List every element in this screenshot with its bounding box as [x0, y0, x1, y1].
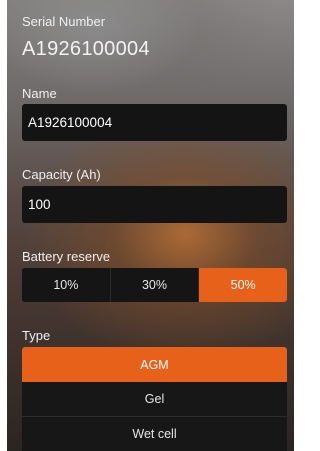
- type-option-agm[interactable]: AGM: [22, 347, 287, 382]
- serial-number-label: Serial Number: [22, 14, 106, 29]
- name-label: Name: [22, 86, 57, 101]
- name-input-value: A1926100004: [28, 115, 113, 130]
- name-input[interactable]: A1926100004: [22, 104, 287, 141]
- capacity-input-value: 100: [28, 197, 51, 212]
- type-option-wet-cell[interactable]: Wet cell: [22, 417, 287, 451]
- battery-reserve-label: Battery reserve: [22, 249, 111, 264]
- battery-reserve-segmented-control: 10% 30% 50%: [22, 268, 287, 302]
- capacity-input[interactable]: 100: [22, 186, 287, 223]
- reserve-option-10[interactable]: 10%: [22, 268, 111, 302]
- type-label: Type: [22, 328, 51, 343]
- serial-number-value: A1926100004: [22, 38, 150, 60]
- type-option-gel[interactable]: Gel: [22, 382, 287, 417]
- reserve-option-50[interactable]: 50%: [199, 268, 287, 302]
- reserve-option-30[interactable]: 30%: [110, 268, 200, 302]
- battery-settings-screen: Serial Number A1926100004 Name A19261000…: [7, 0, 294, 451]
- battery-type-list: AGM Gel Wet cell: [22, 347, 287, 451]
- capacity-label: Capacity (Ah): [22, 167, 101, 182]
